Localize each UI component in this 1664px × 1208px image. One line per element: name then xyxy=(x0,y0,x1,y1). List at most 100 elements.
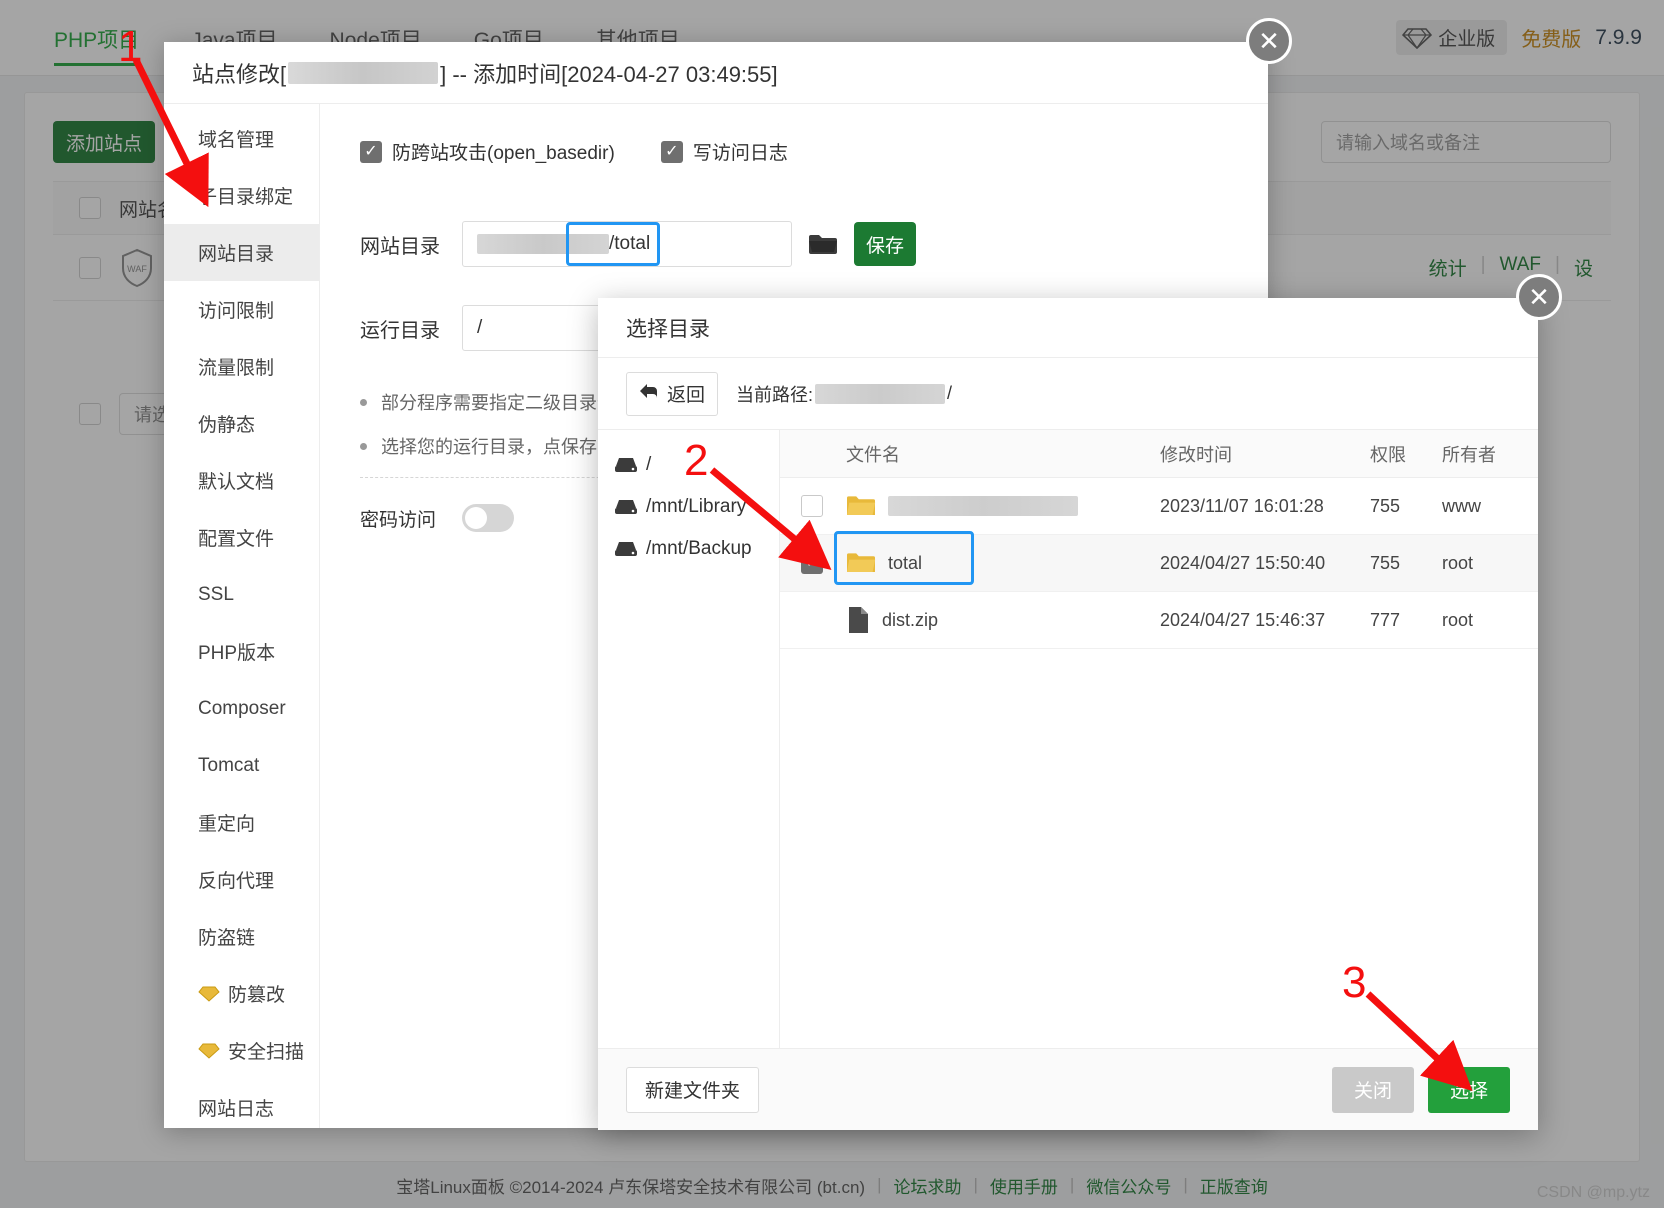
diamond-icon xyxy=(198,1042,220,1060)
confirm-select-button[interactable]: 选择 xyxy=(1427,1066,1510,1113)
choose-directory-body: / /mnt/Library /mnt/Backup 文件名 修改时间 权限 所… xyxy=(598,430,1538,1048)
sidebar-item-label: 防篡改 xyxy=(228,985,286,1006)
annotation-number-3: 3 xyxy=(1342,958,1367,1007)
folder-icon xyxy=(846,494,876,518)
help-note-text: 部分程序需要指定二级目录作为 xyxy=(381,393,633,413)
dialog-title-prefix: 站点修改[ xyxy=(192,61,287,87)
folder-icon[interactable] xyxy=(808,232,838,256)
sidebar-item-redirect[interactable]: 重定向 xyxy=(164,794,319,851)
arrow-left-icon xyxy=(639,382,659,406)
file-row-owner: www xyxy=(1442,495,1481,516)
current-path: 当前路径: / xyxy=(736,381,952,407)
save-button[interactable]: 保存 xyxy=(854,222,916,266)
tree-item-mnt-backup[interactable]: /mnt/Backup xyxy=(614,528,779,570)
file-row-name-cell[interactable]: total xyxy=(834,531,1160,585)
checkbox-open-basedir-label: 防跨站攻击(open_basedir) xyxy=(392,143,615,164)
file-row-modified: 2024/04/27 15:46:37 xyxy=(1160,609,1326,630)
file-row-modified: 2023/11/07 16:01:28 xyxy=(1160,495,1324,516)
checkbox-open-basedir[interactable]: ✓ 防跨站攻击(open_basedir) xyxy=(360,138,615,165)
sidebar-item-label: SSL xyxy=(198,583,234,605)
tree-item-label: /mnt/Backup xyxy=(646,538,752,559)
back-button[interactable]: 返回 xyxy=(626,371,719,416)
sidebar-item-anti-tamper[interactable]: 防篡改 xyxy=(164,965,319,1022)
file-icon xyxy=(846,606,870,634)
help-note-text: 选择您的运行目录，点保存即可 xyxy=(381,437,633,457)
sidebar-item-label: 访问限制 xyxy=(198,301,275,322)
sidebar-item-config-file[interactable]: 配置文件 xyxy=(164,509,319,566)
file-row[interactable]: dist.zip 2024/04/27 15:46:37 777 root xyxy=(780,592,1538,649)
col-header-filename: 文件名 xyxy=(846,444,900,465)
file-row-checkbox-cell[interactable]: ✓ xyxy=(780,552,844,574)
sidebar-item-ssl[interactable]: SSL xyxy=(164,566,319,623)
masked-domain xyxy=(288,61,439,84)
site-directory-label: 网站目录 xyxy=(360,235,440,258)
choose-directory-footer: 新建文件夹 关闭 选择 xyxy=(598,1048,1538,1130)
site-edit-dialog-title: 站点修改[ ] -- 添加时间[2024-04-27 03:49:55] xyxy=(164,42,1268,104)
sidebar-item-label: 域名管理 xyxy=(198,130,275,151)
bullet-icon xyxy=(360,399,367,406)
sidebar-item-subdir-binding[interactable]: 子目录绑定 xyxy=(164,167,319,224)
sidebar-item-composer[interactable]: Composer xyxy=(164,680,319,737)
footer-actions: 关闭 选择 xyxy=(1331,1066,1510,1113)
sidebar-item-php-version[interactable]: PHP版本 xyxy=(164,623,319,680)
password-access-toggle[interactable] xyxy=(462,504,515,532)
file-row-permission: 777 xyxy=(1370,609,1401,630)
diamond-icon xyxy=(198,985,220,1003)
sidebar-item-tomcat[interactable]: Tomcat xyxy=(164,737,319,794)
checkbox-unchecked-icon[interactable] xyxy=(801,495,823,517)
close-icon[interactable]: ✕ xyxy=(1246,18,1292,64)
file-list-header: 文件名 修改时间 权限 所有者 xyxy=(780,430,1538,478)
tree-item-mnt-library[interactable]: /mnt/Library xyxy=(614,486,779,528)
file-row[interactable]: 2023/11/07 16:01:28 755 www xyxy=(780,478,1538,535)
masked-path xyxy=(477,234,609,254)
cancel-button[interactable]: 关闭 xyxy=(1331,1066,1414,1113)
sidebar-item-label: PHP版本 xyxy=(198,643,276,664)
checkbox-access-log[interactable]: ✓ 写访问日志 xyxy=(660,138,788,165)
sidebar-item-traffic-limit[interactable]: 流量限制 xyxy=(164,338,319,395)
disk-tree: / /mnt/Library /mnt/Backup xyxy=(598,430,780,1048)
dialog-title-suffix: ] -- 添加时间[2024-04-27 03:49:55] xyxy=(440,61,778,87)
sidebar-item-anti-leech[interactable]: 防盗链 xyxy=(164,908,319,965)
current-path-label: 当前路径: xyxy=(736,384,814,405)
file-row-permission: 755 xyxy=(1370,552,1401,573)
close-icon[interactable]: ✕ xyxy=(1516,274,1562,320)
file-list: 文件名 修改时间 权限 所有者 2023/11/07 16:01:28 755 … xyxy=(780,430,1538,1048)
sidebar-item-access-limit[interactable]: 访问限制 xyxy=(164,281,319,338)
sidebar-item-label: 防盗链 xyxy=(198,928,256,949)
check-icon: ✓ xyxy=(360,140,382,163)
masked-current-path xyxy=(815,383,946,404)
file-row-checkbox-cell[interactable] xyxy=(780,495,844,517)
checkbox-checked-icon[interactable]: ✓ xyxy=(801,552,823,574)
col-header-permission: 权限 xyxy=(1370,444,1406,465)
tree-item-label: /mnt/Library xyxy=(646,496,747,517)
site-directory-input[interactable]: /total xyxy=(462,221,792,267)
sidebar-item-label: Composer xyxy=(198,697,286,719)
sidebar-item-reverse-proxy[interactable]: 反向代理 xyxy=(164,851,319,908)
file-row-permission: 755 xyxy=(1370,495,1401,516)
site-edit-sidebar: 域名管理 子目录绑定 网站目录 访问限制 流量限制 伪静态 默认文档 配置文件 … xyxy=(164,104,320,1128)
sidebar-item-security-scan[interactable]: 安全扫描 xyxy=(164,1022,319,1079)
choose-directory-dialog: ✕ 选择目录 返回 当前路径: / / /mnt/Library /mnt/Ba… xyxy=(598,274,1562,1130)
watermark: CSDN @mp.ytz xyxy=(1536,1184,1650,1201)
file-row-name-cell[interactable]: dist.zip xyxy=(844,606,1160,634)
col-header-owner: 所有者 xyxy=(1442,444,1496,465)
sidebar-item-label: 默认文档 xyxy=(198,472,275,493)
file-row-name-cell[interactable] xyxy=(844,494,1160,518)
sidebar-item-site-log[interactable]: 网站日志 xyxy=(164,1079,319,1136)
sidebar-item-label: 网站日志 xyxy=(198,1099,275,1120)
option-checkbox-row: ✓ 防跨站攻击(open_basedir) ✓ 写访问日志 xyxy=(360,138,1228,165)
sidebar-item-label: Tomcat xyxy=(198,754,260,776)
sidebar-item-domain[interactable]: 域名管理 xyxy=(164,110,319,167)
back-button-label: 返回 xyxy=(667,385,706,406)
sidebar-item-default-doc[interactable]: 默认文档 xyxy=(164,452,319,509)
sidebar-item-label: 网站目录 xyxy=(198,244,275,265)
sidebar-item-site-directory[interactable]: 网站目录 xyxy=(164,224,319,281)
file-row-name: total xyxy=(888,552,923,573)
new-folder-button[interactable]: 新建文件夹 xyxy=(626,1066,760,1113)
file-row-owner: root xyxy=(1442,552,1474,573)
file-row[interactable]: ✓ total 2024/04/27 15:50:40 755 root xyxy=(780,531,1538,592)
sidebar-item-label: 伪静态 xyxy=(198,415,256,436)
sidebar-item-label: 子目录绑定 xyxy=(198,187,294,208)
sidebar-item-label: 反向代理 xyxy=(198,871,275,892)
sidebar-item-rewrite[interactable]: 伪静态 xyxy=(164,395,319,452)
